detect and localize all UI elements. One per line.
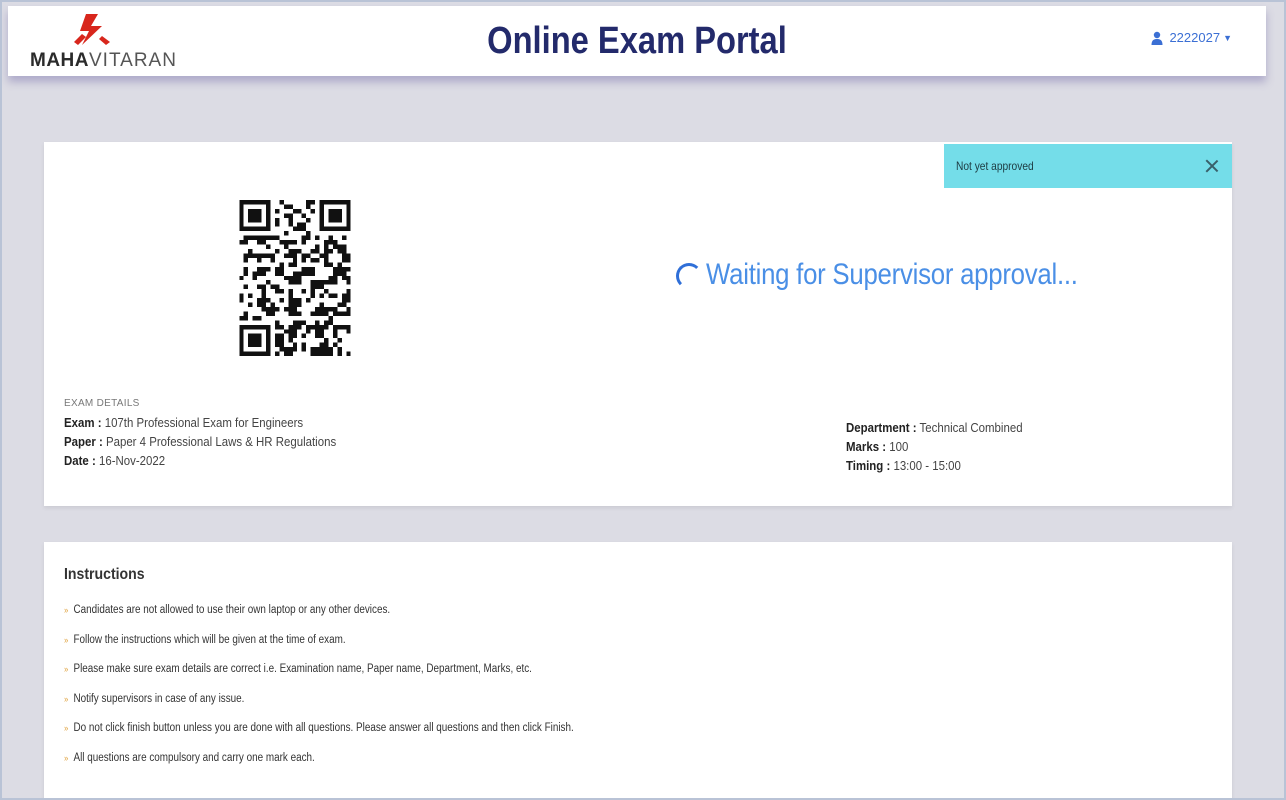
instruction-text: Follow the instructions which will be gi… xyxy=(73,633,346,646)
top-header: MAHAVITARAN Online Exam Portal 2222027 ▼ xyxy=(8,6,1266,76)
instruction-item: » Candidates are not allowed to use their… xyxy=(64,600,574,630)
detail-key: Exam : xyxy=(64,415,102,430)
bullet-icon: » xyxy=(64,693,69,704)
department: Department : Technical Combined xyxy=(846,418,1023,437)
bullet-icon: » xyxy=(64,634,69,645)
instructions-card: Instructions » Candidates are not allowed… xyxy=(44,542,1232,798)
instructions-title: Instructions xyxy=(64,566,145,583)
logo-text-bold: MAHA xyxy=(30,50,89,71)
detail-key: Timing : xyxy=(846,458,891,473)
detail-value: Technical Combined xyxy=(916,420,1023,435)
instruction-item: » Notify supervisors in case of any issue… xyxy=(64,689,574,719)
instruction-text: Notify supervisors in case of any issue. xyxy=(73,692,245,705)
bullet-icon: » xyxy=(64,605,69,615)
paper-name: Paper : Paper 4 Professional Laws & HR R… xyxy=(64,432,336,451)
bullet-icon: » xyxy=(64,752,69,763)
approval-status-text: Waiting for Supervisor approval... xyxy=(706,258,1078,291)
instruction-item: » All questions are compulsory and carry … xyxy=(64,748,574,778)
detail-key: Paper : xyxy=(64,434,103,449)
detail-key: Date : xyxy=(64,453,96,468)
exam-details-label: EXAM DETAILS xyxy=(64,398,140,409)
caret-down-icon: ▼ xyxy=(1223,32,1232,43)
detail-key: Department : xyxy=(846,420,917,435)
instructions-list: » Candidates are not allowed to use their… xyxy=(64,600,657,777)
exam-status-card: Not yet approved Waiting for Supervisor … xyxy=(44,142,1232,506)
user-menu-dropdown[interactable]: 2222027 ▼ xyxy=(1151,30,1232,45)
user-id: 2222027 xyxy=(1169,30,1221,45)
bullet-icon: » xyxy=(64,723,69,733)
detail-value: 107th Professional Exam for Engineers xyxy=(101,415,304,430)
qr-code xyxy=(239,200,351,356)
close-icon[interactable] xyxy=(1204,158,1220,174)
instruction-item: » Follow the instructions which will be g… xyxy=(64,630,574,660)
timing: Timing : 13:00 - 15:00 xyxy=(846,456,1023,475)
spinner-icon xyxy=(676,263,702,289)
detail-value: 16-Nov-2022 xyxy=(95,453,166,468)
user-icon xyxy=(1151,31,1163,45)
instruction-text: Candidates are not allowed to use their … xyxy=(73,604,391,616)
approval-status: Waiting for Supervisor approval... xyxy=(676,258,1138,292)
exam-date: Date : 16-Nov-2022 xyxy=(64,451,336,470)
bullet-icon: » xyxy=(64,664,69,674)
instruction-item: » Do not click finish button unless you a… xyxy=(64,718,574,748)
instruction-text: Please make sure exam details are correc… xyxy=(73,663,532,675)
detail-key: Marks : xyxy=(846,439,887,454)
instruction-item: » Please make sure exam details are corre… xyxy=(64,659,574,689)
exam-details-left: EXAM DETAILS Exam : 107th Professional E… xyxy=(64,398,373,470)
exam-details-right: Department : Technical Combined Marks : … xyxy=(846,418,1047,475)
detail-value: 100 xyxy=(886,439,909,454)
page-title: Online Exam Portal xyxy=(487,20,787,62)
notification-toast: Not yet approved xyxy=(944,144,1232,188)
detail-value: Paper 4 Professional Laws & HR Regulatio… xyxy=(102,434,337,449)
instruction-text: All questions are compulsory and carry o… xyxy=(73,751,315,764)
page-frame: MAHAVITARAN Online Exam Portal 2222027 ▼… xyxy=(0,0,1286,800)
detail-value: 13:00 - 15:00 xyxy=(890,458,961,473)
marks: Marks : 100 xyxy=(846,437,1023,456)
toast-message: Not yet approved xyxy=(956,159,1034,173)
exam-name: Exam : 107th Professional Exam for Engin… xyxy=(64,413,336,432)
instruction-text: Do not click finish button unless you ar… xyxy=(73,722,574,734)
